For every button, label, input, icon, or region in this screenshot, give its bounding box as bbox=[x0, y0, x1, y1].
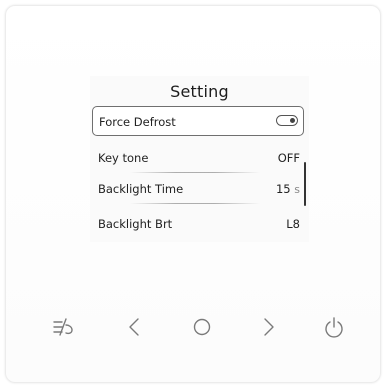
right-button[interactable] bbox=[252, 310, 286, 344]
power-icon bbox=[325, 317, 343, 338]
menu-item-backlight-brt[interactable]: Backlight Brt L8 bbox=[92, 209, 304, 239]
menu-item-value: OFF bbox=[277, 151, 300, 165]
power-button[interactable] bbox=[317, 310, 351, 344]
mode-button[interactable] bbox=[47, 310, 81, 344]
circle-icon bbox=[193, 318, 211, 336]
separator bbox=[130, 203, 260, 204]
menu-item-label: Force Defrost bbox=[99, 115, 176, 129]
menu-item-label: Backlight Time bbox=[98, 182, 184, 196]
backlight-time-unit: s bbox=[294, 183, 300, 196]
separator bbox=[130, 172, 260, 173]
display-screen: Setting Force Defrost Key tone OFF Backl… bbox=[90, 76, 309, 242]
backlight-time-number: 15 bbox=[275, 182, 291, 196]
toggle-knob bbox=[290, 118, 295, 123]
scrollbar[interactable] bbox=[304, 162, 306, 206]
screen-title: Setting bbox=[170, 82, 229, 101]
menu-item-label: Backlight Brt bbox=[98, 217, 173, 231]
menu-item-value: 15 s bbox=[276, 182, 300, 196]
defrost-mode-icon bbox=[53, 318, 73, 336]
ok-button[interactable] bbox=[185, 310, 219, 344]
menu-item-key-tone[interactable]: Key tone OFF bbox=[92, 143, 304, 173]
chevron-right-icon bbox=[264, 318, 274, 336]
menu-item-label: Key tone bbox=[98, 151, 149, 165]
menu-item-backlight-time[interactable]: Backlight Time 15 s bbox=[92, 174, 304, 204]
left-button[interactable] bbox=[117, 310, 151, 344]
menu-item-value: L8 bbox=[286, 217, 300, 231]
menu-item-force-defrost[interactable]: Force Defrost bbox=[92, 106, 304, 136]
force-defrost-toggle[interactable] bbox=[276, 115, 298, 126]
chevron-left-icon bbox=[129, 318, 139, 336]
